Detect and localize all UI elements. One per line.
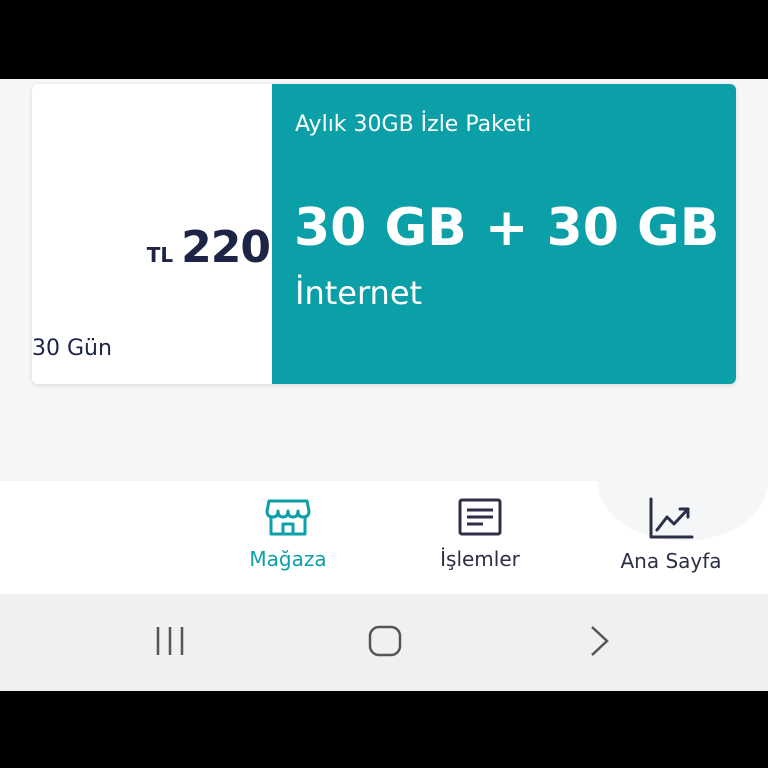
package-price: TL 220: [146, 222, 271, 273]
nav-item-ana-sayfa[interactable]: Ana Sayfa: [601, 497, 741, 573]
nav-label-islemler: İşlemler: [440, 547, 520, 571]
nav-label-ana-sayfa: Ana Sayfa: [620, 549, 722, 573]
package-name: Aylık 30GB İzle Paketi: [295, 112, 532, 137]
price-currency: TL: [146, 243, 174, 267]
back-icon[interactable]: [588, 624, 612, 658]
nav-item-islemler[interactable]: İşlemler: [410, 497, 550, 571]
home-icon[interactable]: [367, 624, 403, 658]
app-screen: TL 220 30 Gün Aylık 30GB İzle Paketi 30 …: [0, 79, 768, 691]
package-data-amount: 30 GB + 30 GB: [294, 198, 720, 258]
package-duration: 30 Gün: [32, 336, 112, 361]
package-type: İnternet: [295, 274, 423, 312]
package-info-panel: Aylık 30GB İzle Paketi 30 GB + 30 GB İnt…: [272, 84, 736, 384]
package-card[interactable]: TL 220 30 Gün Aylık 30GB İzle Paketi 30 …: [32, 84, 736, 384]
chart-icon: [649, 497, 694, 539]
store-icon: [265, 499, 311, 536]
price-amount: 220: [181, 222, 271, 273]
package-price-panel: TL 220 30 Gün: [32, 84, 272, 384]
recent-apps-icon[interactable]: [154, 624, 186, 658]
nav-label-magaza: Mağaza: [249, 547, 327, 571]
list-icon: [458, 498, 502, 536]
nav-item-magaza[interactable]: Mağaza: [218, 497, 358, 571]
system-navigation-bar: [0, 594, 768, 691]
